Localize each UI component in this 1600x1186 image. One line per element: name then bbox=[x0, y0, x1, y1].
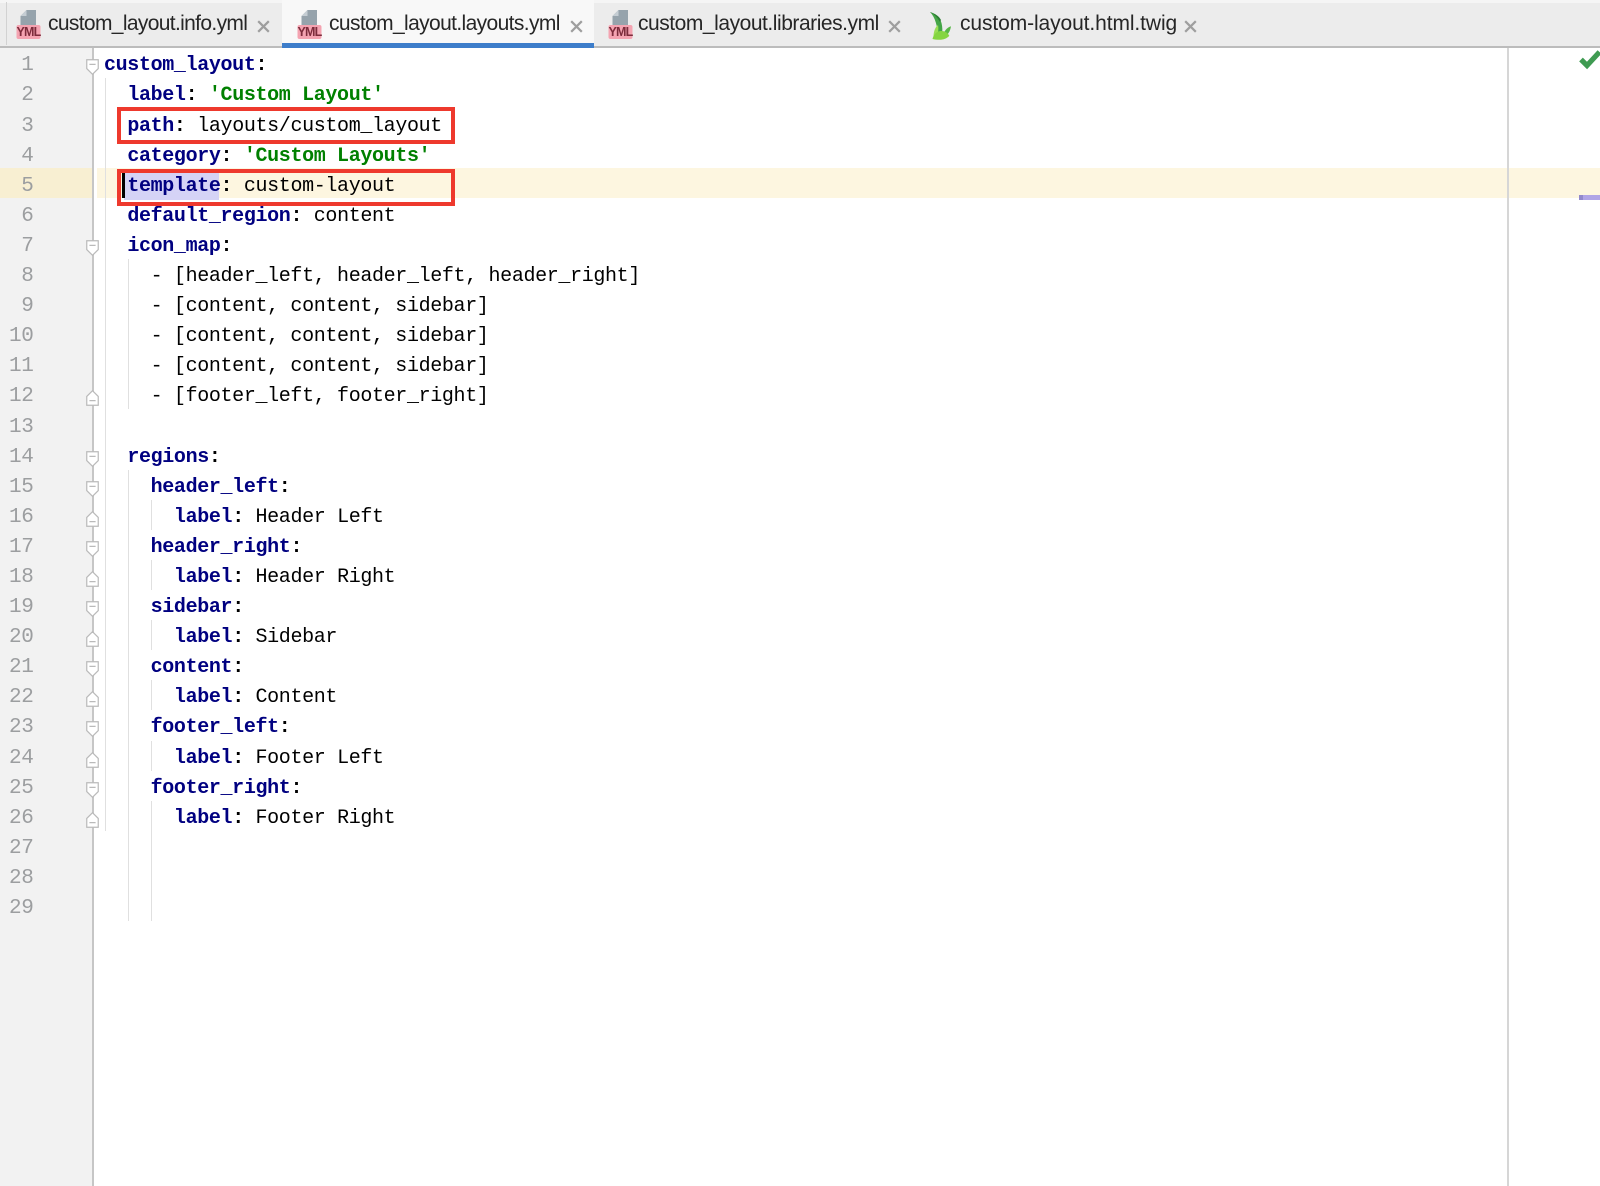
svg-text:YML: YML bbox=[298, 25, 323, 39]
svg-text:YML: YML bbox=[609, 25, 634, 39]
svg-text:YML: YML bbox=[17, 25, 42, 39]
